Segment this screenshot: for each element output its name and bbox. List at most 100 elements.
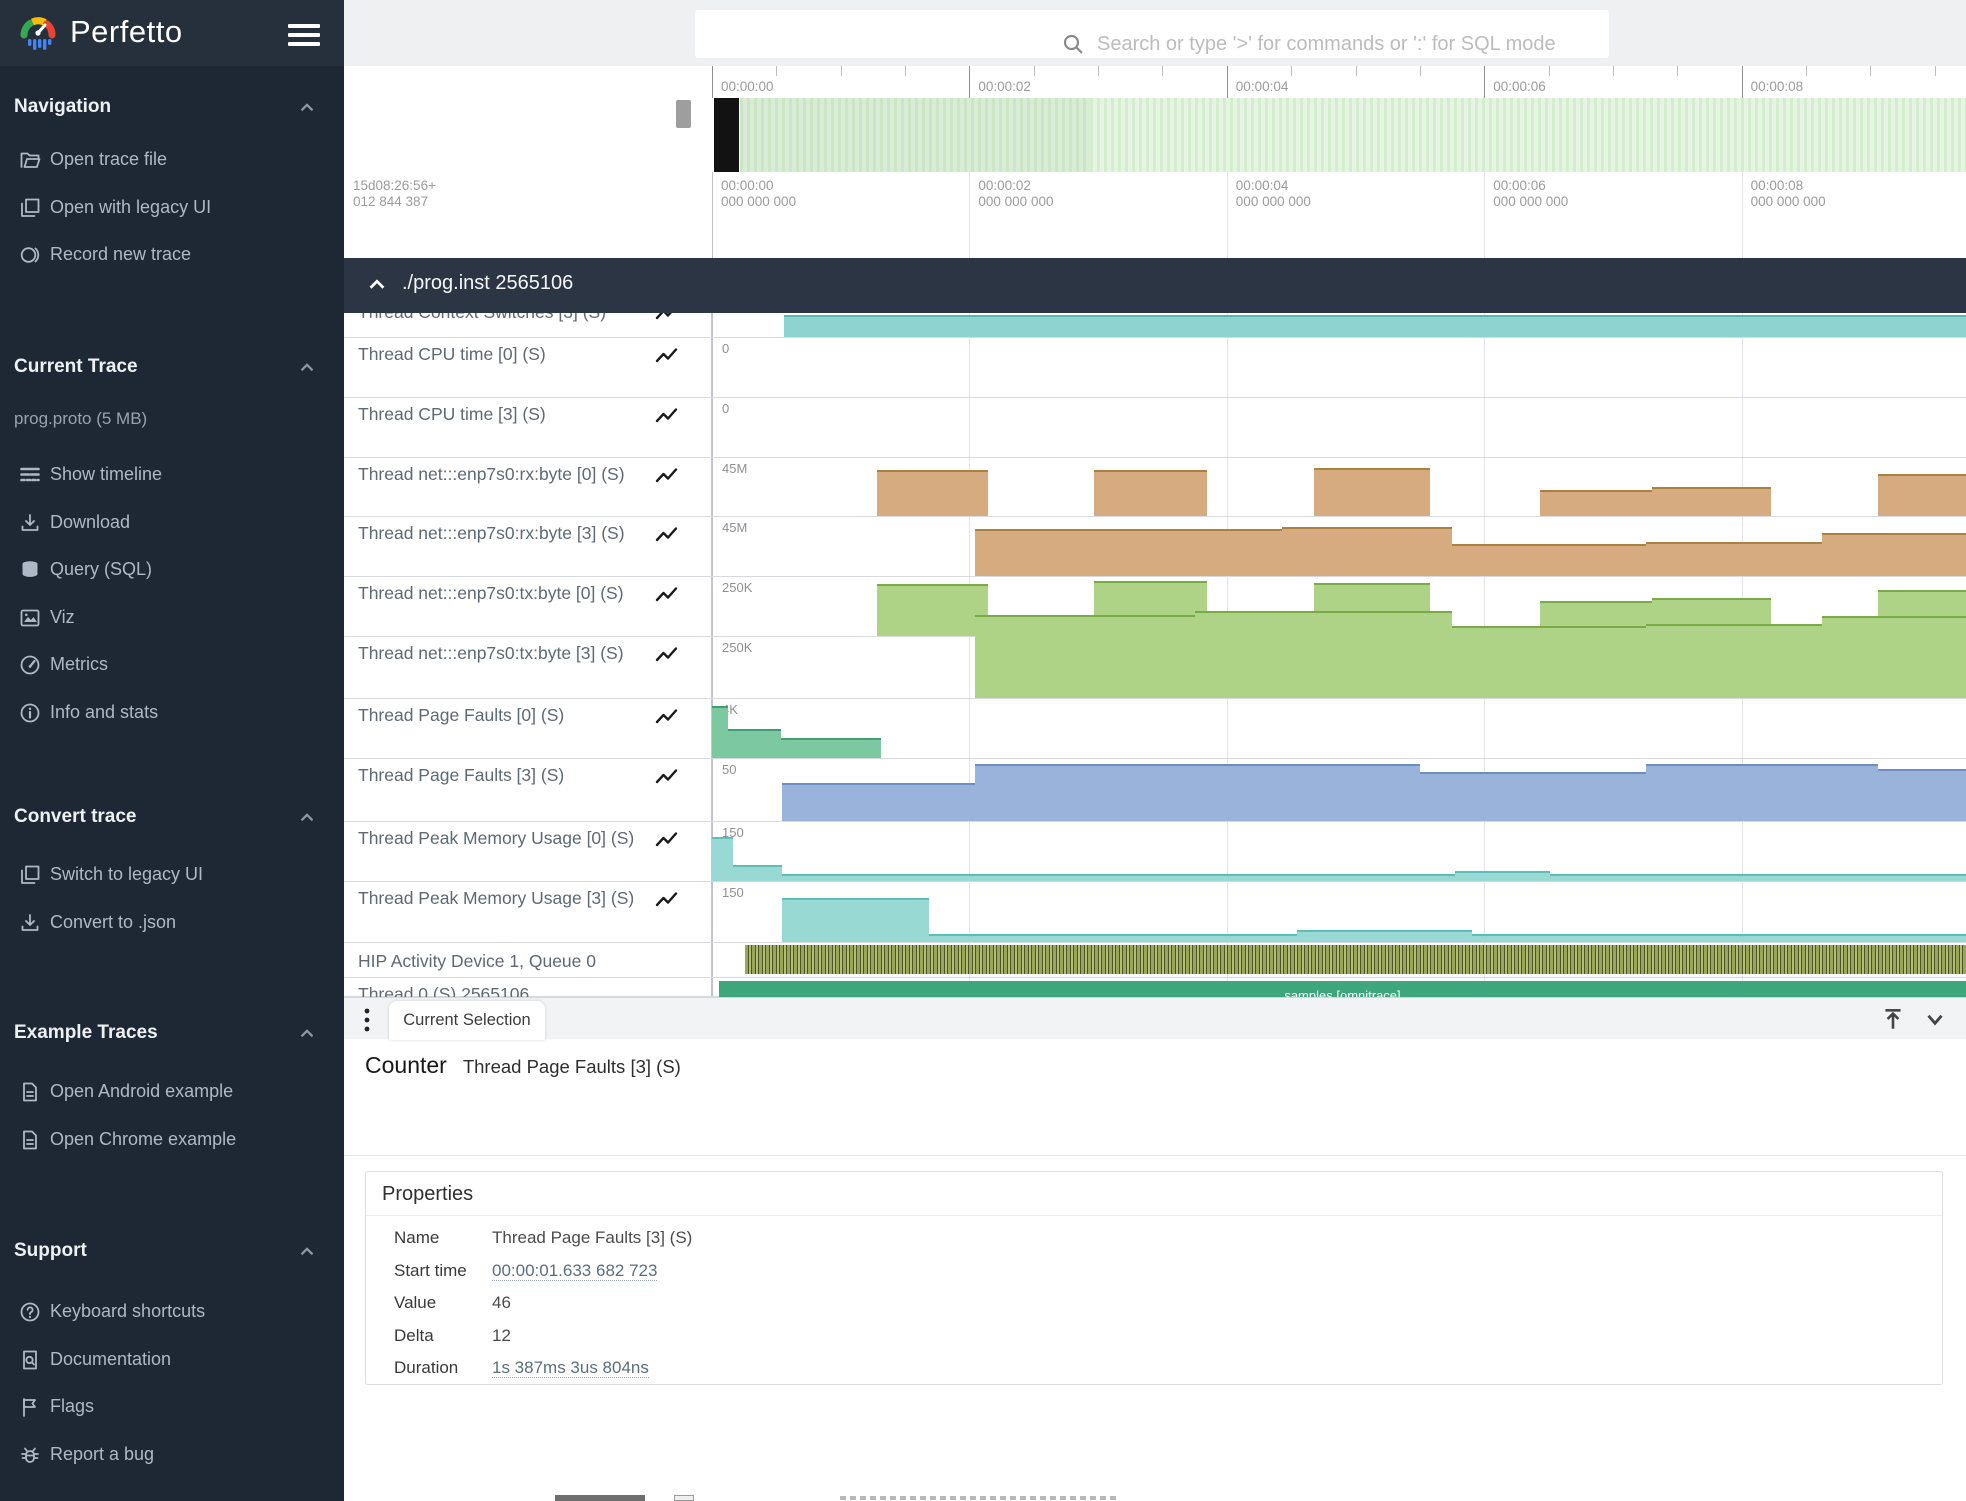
kebab-menu-icon[interactable] — [362, 1007, 372, 1033]
overview-minimap[interactable] — [344, 98, 1966, 172]
counter-fill-segment — [1646, 542, 1822, 576]
counter-sparkline-icon[interactable] — [655, 524, 679, 546]
counter-sparkline-icon[interactable] — [655, 766, 679, 788]
sidebar-item-query-sql-[interactable]: Query (SQL) — [0, 554, 344, 588]
chevron-up-icon[interactable] — [296, 357, 318, 379]
sidebar-item-metrics[interactable]: Metrics — [0, 649, 344, 683]
track-canvas[interactable]: 250K — [712, 637, 1966, 698]
ruler-minor-tick — [1356, 66, 1357, 76]
counter-fill-segment — [712, 837, 733, 881]
track-canvas[interactable]: samples [omnitrace] — [712, 978, 1966, 996]
track-shell[interactable]: Thread Peak Memory Usage [3] (S) — [344, 882, 712, 942]
chevron-up-icon[interactable] — [296, 1023, 318, 1045]
track-canvas[interactable]: 0 — [712, 398, 1966, 457]
counter-sparkline-icon[interactable] — [655, 706, 679, 728]
expand-panel-icon[interactable] — [1880, 1006, 1906, 1032]
property-value-link[interactable]: 00:00:01.633 682 723 — [492, 1261, 657, 1281]
track-canvas[interactable]: 50 — [712, 759, 1966, 821]
counter-sparkline-icon[interactable] — [655, 889, 679, 911]
sidebar-section-support[interactable]: Support — [14, 1240, 330, 1262]
sidebar-item-info-and-stats[interactable]: Info and stats — [0, 697, 344, 731]
track-list: Thread Context Switches [3] (S) Thread CP… — [344, 313, 1966, 997]
track-shell[interactable]: Thread net:::enp7s0:rx:byte [0] (S) — [344, 458, 712, 516]
sidebar-section-navigation[interactable]: Navigation — [14, 96, 330, 118]
track-shell[interactable]: Thread net:::enp7s0:tx:byte [3] (S) — [344, 637, 712, 698]
track-canvas[interactable]: 0 — [712, 338, 1966, 397]
timestamp-gridline — [1484, 172, 1485, 258]
sidebar-section-example-traces[interactable]: Example Traces — [14, 1022, 330, 1044]
thread-slice-bar[interactable]: samples [omnitrace] — [719, 981, 1966, 997]
chevron-up-icon — [366, 274, 388, 296]
sidebar-section-current-trace[interactable]: Current Trace — [14, 356, 330, 378]
sidebar-item-switch-to-legacy-ui[interactable]: Switch to legacy UI — [0, 859, 344, 893]
counter-sparkline-icon[interactable] — [655, 644, 679, 666]
tab-current-selection[interactable]: Current Selection — [389, 1001, 545, 1040]
track-shell[interactable]: Thread Peak Memory Usage [0] (S) — [344, 822, 712, 881]
chevron-up-icon[interactable] — [296, 97, 318, 119]
sidebar-item-open-trace-file[interactable]: Open trace file — [0, 144, 344, 178]
sidebar-item-open-android-example[interactable]: Open Android example — [0, 1076, 344, 1110]
search-box[interactable] — [695, 10, 1609, 58]
counter-sparkline-icon[interactable] — [655, 829, 679, 851]
track-shell[interactable]: Thread 0 (S) 2565106 — [344, 978, 712, 996]
section-title: Convert trace — [14, 806, 137, 827]
track-canvas[interactable]: 150 — [712, 822, 1966, 881]
chevron-up-icon[interactable] — [296, 1241, 318, 1263]
timestamp-gridline — [1742, 172, 1743, 258]
track-row-thread-page-faults-3-s-: Thread Page Faults [3] (S)50 — [344, 759, 1966, 822]
chevron-up-icon[interactable] — [296, 807, 318, 829]
status-bar-sliver — [344, 1494, 1966, 1501]
sidebar-item-label: Convert to .json — [50, 912, 176, 933]
track-shell[interactable]: Thread CPU time [3] (S) — [344, 398, 712, 457]
track-shell[interactable]: Thread CPU time [0] (S) — [344, 338, 712, 397]
property-value-link[interactable]: 1s 387ms 3us 804ns — [492, 1358, 649, 1378]
minimap-drag-handle[interactable] — [676, 100, 691, 128]
track-shell[interactable]: Thread net:::enp7s0:tx:byte [0] (S) — [344, 577, 712, 636]
sidebar-item-convert-to-json[interactable]: Convert to .json — [0, 907, 344, 941]
sidebar-item-viz[interactable]: Viz — [0, 602, 344, 636]
counter-sparkline-icon[interactable] — [655, 313, 679, 324]
panel-drag-handle[interactable]: Current Selection — [344, 997, 1966, 1039]
track-canvas[interactable] — [712, 313, 1966, 337]
sidebar-item-report-a-bug[interactable]: Report a bug — [0, 1439, 344, 1473]
sidebar-item-show-timeline[interactable]: Show timeline — [0, 459, 344, 493]
sidebar-item-download[interactable]: Download — [0, 507, 344, 541]
sidebar-section-convert-trace[interactable]: Convert trace — [14, 806, 330, 828]
ruler-minor-tick — [1034, 66, 1035, 76]
track-canvas[interactable]: 4K — [712, 699, 1966, 758]
counter-sparkline-icon[interactable] — [655, 345, 679, 367]
property-value: 12 — [492, 1326, 511, 1345]
sidebar-item-documentation[interactable]: Documentation — [0, 1344, 344, 1378]
track-shell[interactable]: Thread Context Switches [3] (S) — [344, 313, 712, 337]
property-row-value: Value46 — [394, 1293, 511, 1313]
sidebar-item-record-new-trace[interactable]: Record new trace — [0, 239, 344, 273]
counter-fill-segment — [1550, 874, 1966, 881]
track-shell[interactable]: Thread Page Faults [0] (S) — [344, 699, 712, 758]
sidebar-item-label: Open Android example — [50, 1081, 233, 1102]
track-shell[interactable]: Thread net:::enp7s0:rx:byte [3] (S) — [344, 517, 712, 576]
track-canvas[interactable]: 150 — [712, 882, 1966, 942]
track-row-thread-net-enp7s0-tx-byte-3-s-: Thread net:::enp7s0:tx:byte [3] (S)250K — [344, 637, 1966, 699]
counter-sparkline-icon[interactable] — [655, 584, 679, 606]
track-title: Thread Context Switches [3] (S) — [358, 313, 606, 323]
counter-sparkline-icon[interactable] — [655, 405, 679, 427]
sidebar-item-flags[interactable]: Flags — [0, 1391, 344, 1425]
timestamp-line2: 012 844 387 — [353, 194, 428, 209]
hip-slices[interactable] — [745, 945, 1966, 974]
document-icon — [18, 1080, 42, 1104]
track-canvas[interactable] — [712, 943, 1966, 977]
sidebar-item-keyboard-shortcuts[interactable]: Keyboard shortcuts — [0, 1296, 344, 1330]
process-group-header[interactable]: ./prog.inst 2565106 — [344, 258, 1966, 313]
search-input[interactable] — [1095, 21, 1949, 67]
minimap-viewport-bar[interactable] — [714, 98, 739, 172]
track-shell[interactable]: HIP Activity Device 1, Queue 0 — [344, 943, 712, 977]
counter-sparkline-icon[interactable] — [655, 465, 679, 487]
track-shell[interactable]: Thread Page Faults [3] (S) — [344, 759, 712, 821]
sidebar-item-open-chrome-example[interactable]: Open Chrome example — [0, 1124, 344, 1158]
track-canvas[interactable]: 45M — [712, 517, 1966, 576]
close-panel-chevron-icon[interactable] — [1922, 1006, 1948, 1032]
sidebar-item-open-with-legacy-ui[interactable]: Open with legacy UI — [0, 192, 344, 226]
status-text-sliver — [840, 1496, 1120, 1500]
track-canvas[interactable]: 45M — [712, 458, 1966, 516]
hamburger-menu-icon[interactable] — [288, 24, 320, 46]
